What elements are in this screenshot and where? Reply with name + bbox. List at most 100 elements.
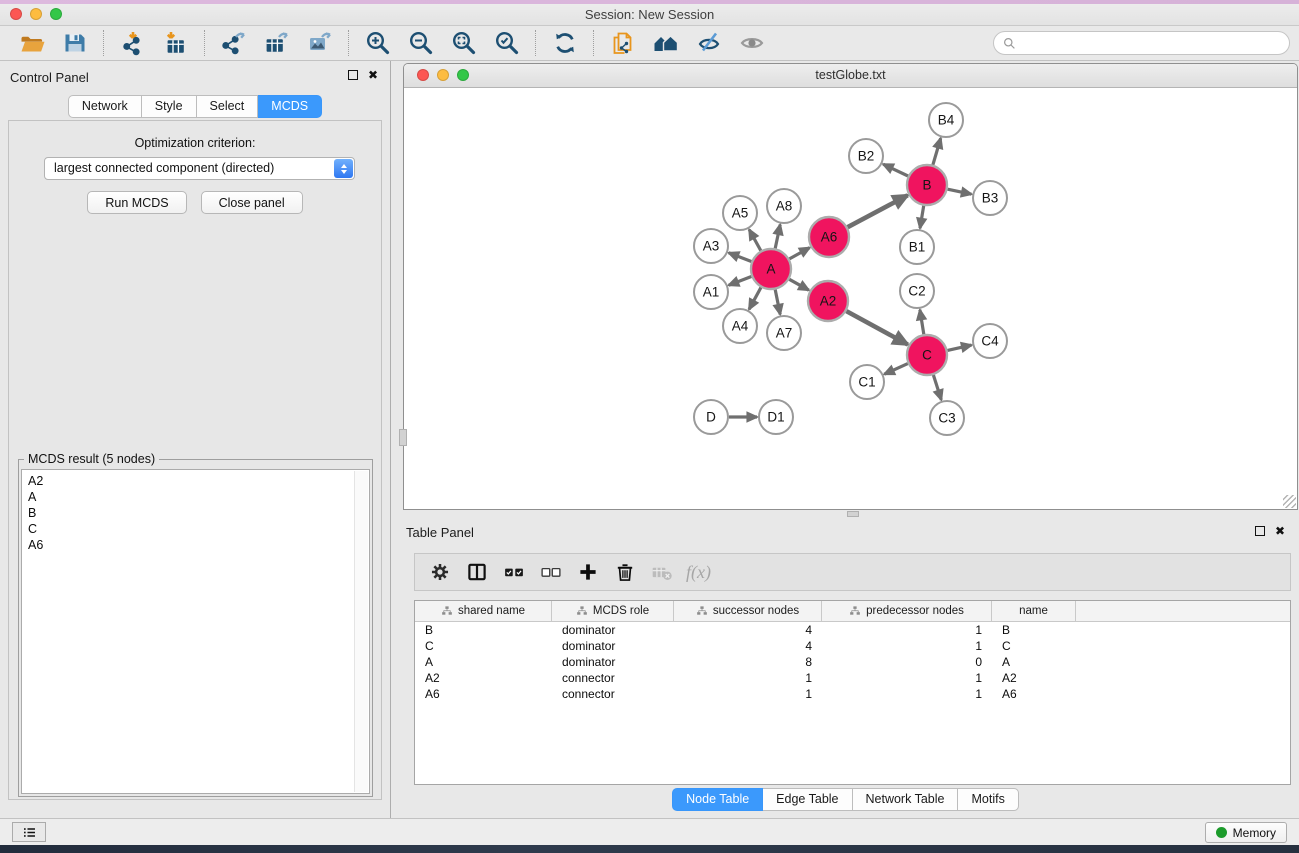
graph-node-A1[interactable]: A1 xyxy=(694,275,728,309)
graph-edge-A-A5[interactable] xyxy=(749,230,761,251)
tab-motifs[interactable]: Motifs xyxy=(958,788,1018,811)
cell-name[interactable]: A6 xyxy=(992,686,1076,702)
graph-edge-B-B2[interactable] xyxy=(883,164,908,176)
cell-predecessor-nodes[interactable]: 0 xyxy=(822,654,992,670)
network-maximize-button[interactable] xyxy=(457,69,469,81)
cell-MCDS-role[interactable]: dominator xyxy=(552,638,674,654)
import-table-button[interactable] xyxy=(155,28,196,58)
vertical-splitter-grip[interactable] xyxy=(399,429,407,446)
cell-shared-name[interactable]: A xyxy=(415,654,552,670)
graph-edge-A-A7[interactable] xyxy=(775,290,780,315)
export-network-button[interactable] xyxy=(213,28,254,58)
graph-node-A4[interactable]: A4 xyxy=(723,309,757,343)
result-item[interactable]: A6 xyxy=(28,537,363,553)
table-settings-button[interactable] xyxy=(425,557,455,587)
search-input[interactable] xyxy=(1021,35,1280,51)
graph-node-D1[interactable]: D1 xyxy=(759,400,793,434)
result-item[interactable]: A xyxy=(28,489,363,505)
tab-network[interactable]: Network xyxy=(68,95,142,118)
cell-successor-nodes[interactable]: 1 xyxy=(674,686,822,702)
open-recent-session-button[interactable] xyxy=(602,28,643,58)
result-item[interactable]: C xyxy=(28,521,363,537)
graph-edge-A6-B[interactable] xyxy=(848,195,908,227)
graph-node-D[interactable]: D xyxy=(694,400,728,434)
graph-edge-B-B4[interactable] xyxy=(933,138,941,165)
close-table-panel-icon[interactable]: ✖ xyxy=(1275,526,1285,536)
graph-node-A6[interactable]: A6 xyxy=(809,217,849,257)
search-field[interactable] xyxy=(993,31,1290,55)
graph-node-B[interactable]: B xyxy=(907,165,947,205)
tab-select[interactable]: Select xyxy=(197,95,259,118)
table-row[interactable]: A2connector11A2 xyxy=(415,670,1290,686)
show-hide-panels-button[interactable] xyxy=(731,28,772,58)
graph-node-A2[interactable]: A2 xyxy=(808,281,848,321)
network-close-button[interactable] xyxy=(417,69,429,81)
column-header-name[interactable]: name xyxy=(992,601,1076,621)
graph-node-B1[interactable]: B1 xyxy=(900,230,934,264)
zoom-selected-button[interactable] xyxy=(486,28,527,58)
graph-edge-C-C1[interactable] xyxy=(884,364,908,375)
graph-edge-A-A1[interactable] xyxy=(729,277,752,286)
add-column-button[interactable] xyxy=(573,557,603,587)
horizontal-splitter-grip[interactable] xyxy=(847,511,859,517)
cell-MCDS-role[interactable]: connector xyxy=(552,670,674,686)
graph-edge-C-C3[interactable] xyxy=(933,375,941,400)
graph-node-B4[interactable]: B4 xyxy=(929,103,963,137)
graph-node-A5[interactable]: A5 xyxy=(723,196,757,230)
deselect-all-rows-button[interactable] xyxy=(536,557,566,587)
graph-node-A7[interactable]: A7 xyxy=(767,316,801,350)
cell-name[interactable]: B xyxy=(992,622,1076,638)
minimize-window-button[interactable] xyxy=(30,8,42,20)
cell-name[interactable]: A2 xyxy=(992,670,1076,686)
show-all-networks-button[interactable] xyxy=(645,28,686,58)
cell-successor-nodes[interactable]: 1 xyxy=(674,670,822,686)
show-graphics-details-button[interactable] xyxy=(688,28,729,58)
export-table-button[interactable] xyxy=(256,28,297,58)
tab-edge-table[interactable]: Edge Table xyxy=(763,788,852,811)
network-window-titlebar[interactable]: testGlobe.txt xyxy=(404,64,1297,88)
column-header-successor-nodes[interactable]: successor nodes xyxy=(674,601,822,621)
cell-MCDS-role[interactable]: dominator xyxy=(552,654,674,670)
table-row[interactable]: Bdominator41B xyxy=(415,622,1290,638)
cell-predecessor-nodes[interactable]: 1 xyxy=(822,622,992,638)
network-resize-grip[interactable] xyxy=(1283,495,1296,508)
memory-button[interactable]: Memory xyxy=(1205,822,1287,843)
graph-node-C2[interactable]: C2 xyxy=(900,274,934,308)
graph-edge-B-B1[interactable] xyxy=(920,206,924,229)
graph-edge-C-C4[interactable] xyxy=(948,345,972,350)
network-canvas[interactable]: B4B2BB3A8A5A6A3B1AA1C2A2A4A7C4CC1C3DD1 xyxy=(404,88,1297,509)
tab-style[interactable]: Style xyxy=(142,95,197,118)
zoom-fit-button[interactable] xyxy=(443,28,484,58)
close-panel-button[interactable]: Close panel xyxy=(201,191,303,214)
graph-edge-A-A6[interactable] xyxy=(789,248,809,259)
import-network-button[interactable] xyxy=(112,28,153,58)
graph-node-C3[interactable]: C3 xyxy=(930,401,964,435)
graph-edge-A2-C[interactable] xyxy=(846,311,907,344)
close-panel-icon[interactable]: ✖ xyxy=(368,70,378,80)
float-table-panel-icon[interactable] xyxy=(1255,526,1265,536)
cell-shared-name[interactable]: A2 xyxy=(415,670,552,686)
column-header-predecessor-nodes[interactable]: predecessor nodes xyxy=(822,601,992,621)
cell-successor-nodes[interactable]: 4 xyxy=(674,638,822,654)
cell-MCDS-role[interactable]: connector xyxy=(552,686,674,702)
graph-edge-A-A2[interactable] xyxy=(789,279,809,290)
graph-node-B3[interactable]: B3 xyxy=(973,181,1007,215)
toggle-columns-button[interactable] xyxy=(462,557,492,587)
network-minimize-button[interactable] xyxy=(437,69,449,81)
refresh-view-button[interactable] xyxy=(544,28,585,58)
tab-network-table[interactable]: Network Table xyxy=(853,788,959,811)
result-list-scrollbar[interactable] xyxy=(354,471,368,792)
graph-edge-A-A4[interactable] xyxy=(749,287,761,309)
close-window-button[interactable] xyxy=(10,8,22,20)
cell-MCDS-role[interactable]: dominator xyxy=(552,622,674,638)
maximize-window-button[interactable] xyxy=(50,8,62,20)
graph-node-A[interactable]: A xyxy=(751,249,791,289)
graph-node-C1[interactable]: C1 xyxy=(850,365,884,399)
graph-edge-A-A8[interactable] xyxy=(775,225,780,249)
graph-edge-C-C2[interactable] xyxy=(920,310,924,335)
open-session-button[interactable] xyxy=(11,28,52,58)
cell-shared-name[interactable]: B xyxy=(415,622,552,638)
cell-predecessor-nodes[interactable]: 1 xyxy=(822,670,992,686)
cell-name[interactable]: C xyxy=(992,638,1076,654)
graph-node-A8[interactable]: A8 xyxy=(767,189,801,223)
